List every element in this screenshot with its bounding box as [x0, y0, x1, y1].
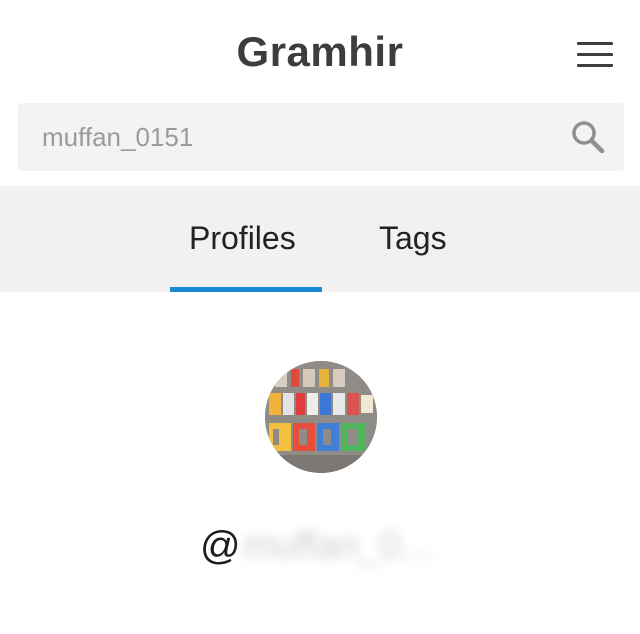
hamburger-menu-icon — [577, 42, 613, 45]
tabs-bar: Profiles Tags — [0, 186, 640, 292]
app-header: Gramhir — [0, 0, 640, 100]
profile-username-blurred: muffan_0... — [242, 524, 433, 567]
search-input[interactable] — [42, 103, 542, 171]
menu-button[interactable] — [575, 40, 615, 70]
tab-tags[interactable]: Tags — [360, 186, 470, 292]
tab-tags-label: Tags — [379, 220, 447, 256]
profile-avatar[interactable] — [265, 361, 377, 473]
search-icon[interactable] — [570, 119, 606, 155]
active-tab-indicator — [170, 287, 322, 292]
lego-wall-picture — [265, 361, 377, 473]
app-title: Gramhir — [236, 28, 404, 75]
search-bar — [18, 103, 624, 171]
at-symbol: @ — [200, 523, 241, 568]
tab-profiles-label: Profiles — [189, 220, 296, 256]
tab-profiles[interactable]: Profiles — [170, 186, 322, 292]
profile-handle[interactable]: @muffan_0... — [200, 522, 432, 572]
